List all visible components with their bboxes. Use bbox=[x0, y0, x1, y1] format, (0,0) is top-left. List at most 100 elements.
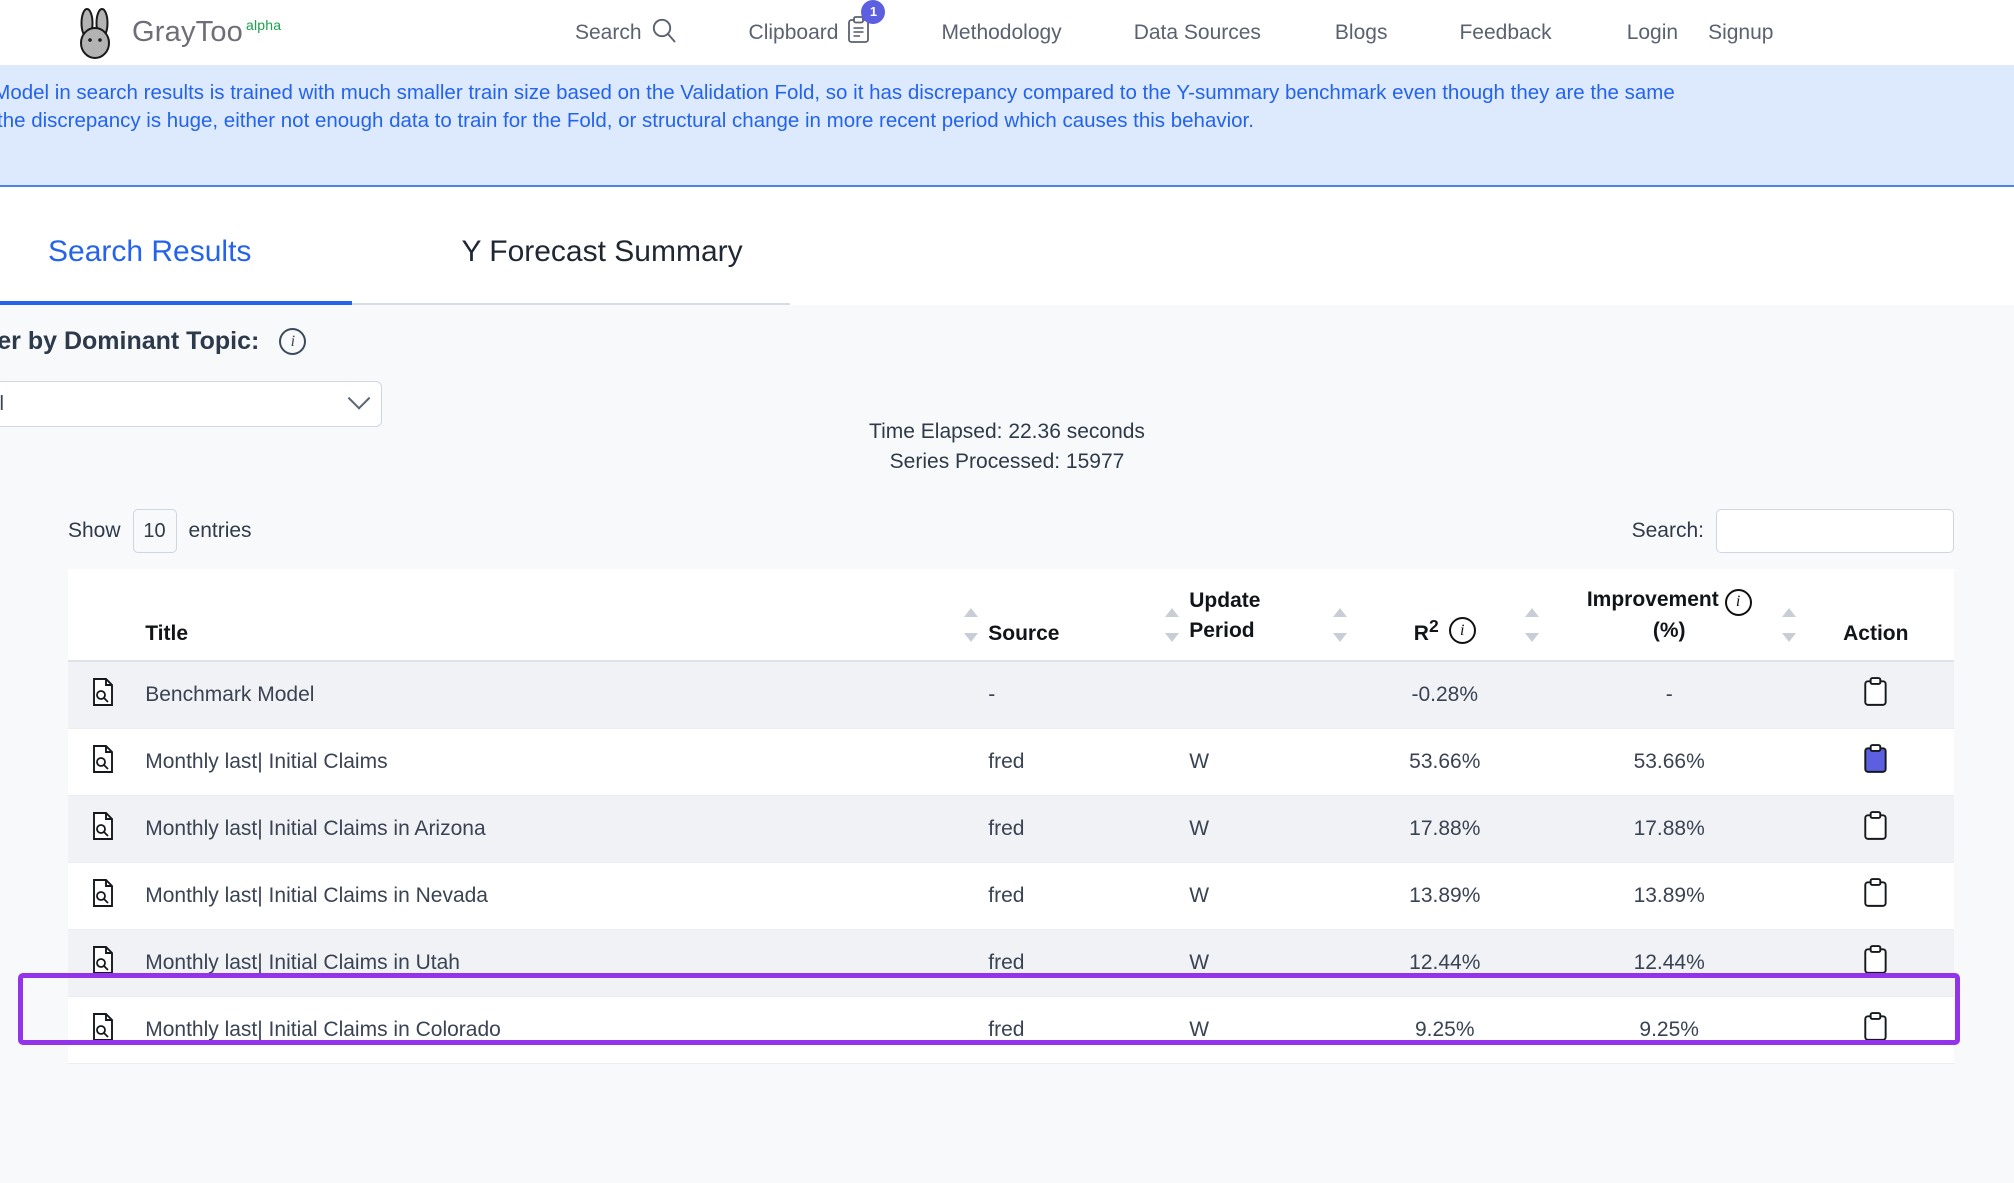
results-table-area: Show entries Search: Title Source bbox=[18, 503, 1960, 1064]
document-search-icon[interactable] bbox=[91, 1012, 115, 1047]
col-header-update-period[interactable]: Update Period bbox=[1181, 569, 1349, 662]
row-r2: 13.89% bbox=[1348, 862, 1541, 930]
table-row[interactable]: Monthly last| Initial Claims in Nevada f… bbox=[68, 862, 1954, 930]
add-to-clipboard-button[interactable] bbox=[1863, 944, 1889, 975]
row-doc-icon-cell bbox=[68, 862, 138, 930]
add-to-clipboard-button[interactable] bbox=[1863, 810, 1889, 841]
time-elapsed: Time Elapsed: 22.36 seconds bbox=[869, 420, 1145, 443]
improvement-info-icon[interactable]: i bbox=[1724, 588, 1752, 616]
show-label: Show bbox=[68, 519, 121, 542]
row-improvement: 13.89% bbox=[1540, 862, 1798, 930]
chevron-down-icon bbox=[347, 387, 371, 410]
row-r2: 17.88% bbox=[1348, 795, 1541, 863]
document-search-icon[interactable] bbox=[91, 677, 115, 712]
row-update-period: W bbox=[1181, 862, 1349, 930]
info-banner: mark Model in search results is trained … bbox=[0, 65, 2014, 185]
row-source: fred bbox=[980, 996, 1182, 1064]
search-icon bbox=[651, 17, 677, 49]
nav-item-methodology[interactable]: Methodology bbox=[941, 21, 1061, 45]
document-search-icon[interactable] bbox=[91, 811, 115, 846]
document-search-icon[interactable] bbox=[91, 878, 115, 913]
results-table-body: Benchmark Model - -0.28% - Monthly last|… bbox=[68, 660, 1954, 1064]
nav-login-label: Login bbox=[1626, 20, 1679, 44]
row-r2: 9.25% bbox=[1348, 996, 1541, 1064]
table-row[interactable]: Monthly last| Initial Claims in Colorado… bbox=[68, 996, 1954, 1064]
row-title[interactable]: Monthly last| Initial Claims in Colorado bbox=[137, 996, 981, 1064]
series-processed: Series Processed: 15977 bbox=[889, 450, 1125, 473]
document-search-icon[interactable] bbox=[91, 945, 115, 980]
col-header-improvement[interactable]: Improvement i (%) bbox=[1540, 569, 1798, 662]
sort-toggle-r2[interactable] bbox=[1524, 607, 1539, 642]
row-action-cell bbox=[1797, 728, 1954, 796]
clipboard-icon: 1 bbox=[847, 0, 886, 50]
table-row[interactable]: Monthly last| Initial Claims in Utah fre… bbox=[68, 929, 1954, 997]
search-label: Search: bbox=[1631, 519, 1704, 542]
sort-toggle-update-period[interactable] bbox=[1332, 607, 1347, 642]
nav-item-search[interactable]: Search bbox=[575, 17, 677, 49]
table-row[interactable]: Monthly last| Initial Claims in Arizona … bbox=[68, 795, 1954, 863]
add-to-clipboard-button[interactable] bbox=[1863, 877, 1889, 908]
row-update-period: W bbox=[1181, 929, 1349, 997]
row-action-cell bbox=[1797, 795, 1954, 863]
entries-label: entries bbox=[188, 519, 252, 542]
results-table-head: Title Source Update Period R2 i Improvem… bbox=[68, 569, 1954, 662]
entries-input[interactable] bbox=[132, 509, 177, 553]
nav-links: Search Clipboard 1 Methodology Data Sour… bbox=[575, 0, 1773, 65]
row-doc-icon-cell bbox=[68, 929, 138, 997]
col-header-update-line1: Update bbox=[1189, 588, 1261, 612]
row-title[interactable]: Monthly last| Initial Claims in Arizona bbox=[137, 795, 981, 863]
nav-search-label: Search bbox=[575, 20, 642, 44]
row-improvement: 12.44% bbox=[1540, 929, 1798, 997]
sort-toggle-improvement[interactable] bbox=[1781, 607, 1796, 642]
row-source: - bbox=[980, 660, 1182, 729]
row-source: fred bbox=[980, 728, 1182, 796]
nav-item-clipboard[interactable]: Clipboard 1 bbox=[749, 0, 886, 50]
row-update-period: W bbox=[1181, 795, 1349, 863]
row-update-period: W bbox=[1181, 996, 1349, 1064]
document-search-icon[interactable] bbox=[91, 744, 115, 779]
row-improvement: 9.25% bbox=[1540, 996, 1798, 1064]
row-r2: -0.28% bbox=[1348, 660, 1541, 729]
row-title[interactable]: Monthly last| Initial Claims in Utah bbox=[137, 929, 981, 997]
add-to-clipboard-button[interactable] bbox=[1863, 1011, 1889, 1042]
row-update-period bbox=[1181, 660, 1349, 729]
col-header-action: Action bbox=[1797, 569, 1954, 662]
results-table: Title Source Update Period R2 i Improvem… bbox=[68, 569, 1954, 1064]
col-header-r2[interactable]: R2 i bbox=[1348, 569, 1541, 662]
nav-methodology-label: Methodology bbox=[941, 20, 1062, 44]
table-search-control: Search: bbox=[1632, 509, 1954, 553]
nav-data-sources-label: Data Sources bbox=[1133, 20, 1261, 44]
col-header-improvement-line2: (%) bbox=[1652, 618, 1686, 642]
r2-info-icon[interactable]: i bbox=[1448, 617, 1476, 644]
nav-item-data-sources[interactable]: Data Sources bbox=[1134, 21, 1261, 45]
row-title[interactable]: Monthly last| Initial Claims in Nevada bbox=[137, 862, 981, 930]
nav-item-login[interactable]: Login bbox=[1627, 21, 1678, 45]
table-header-row: Title Source Update Period R2 i Improvem… bbox=[68, 569, 1954, 662]
add-to-clipboard-button-active[interactable] bbox=[1863, 743, 1889, 774]
table-search-input[interactable] bbox=[1716, 509, 1954, 553]
table-row[interactable]: Monthly last| Initial Claims fred W 53.6… bbox=[68, 728, 1954, 796]
nav-item-signup[interactable]: Signup bbox=[1708, 21, 1773, 45]
sort-toggle-source[interactable] bbox=[1165, 607, 1180, 642]
info-icon[interactable]: i bbox=[279, 328, 307, 355]
row-action-cell bbox=[1797, 996, 1954, 1064]
tab-y-forecast-summary[interactable]: Y Forecast Summary bbox=[461, 235, 742, 305]
nav-item-feedback[interactable]: Feedback bbox=[1459, 21, 1551, 45]
row-r2: 12.44% bbox=[1348, 929, 1541, 997]
row-improvement: - bbox=[1540, 660, 1798, 729]
row-title[interactable]: Benchmark Model bbox=[137, 660, 981, 729]
tab-search-results[interactable]: Search Results bbox=[48, 235, 251, 305]
col-header-source[interactable]: Source bbox=[980, 569, 1182, 662]
col-header-title[interactable]: Title bbox=[137, 569, 981, 662]
row-action-cell bbox=[1797, 660, 1954, 729]
table-row[interactable]: Benchmark Model - -0.28% - bbox=[68, 660, 1954, 729]
add-to-clipboard-button[interactable] bbox=[1863, 676, 1889, 707]
col-header-title-text: Title bbox=[145, 621, 189, 645]
sort-toggle-title[interactable] bbox=[964, 607, 979, 642]
brand-logo[interactable]: GrayToo alpha bbox=[72, 7, 281, 59]
row-title[interactable]: Monthly last| Initial Claims bbox=[137, 728, 981, 796]
banner-line-1: mark Model in search results is trained … bbox=[0, 81, 1675, 104]
table-controls: Show entries Search: bbox=[68, 503, 1954, 559]
nav-item-blogs[interactable]: Blogs bbox=[1335, 21, 1388, 45]
row-doc-icon-cell bbox=[68, 660, 138, 729]
